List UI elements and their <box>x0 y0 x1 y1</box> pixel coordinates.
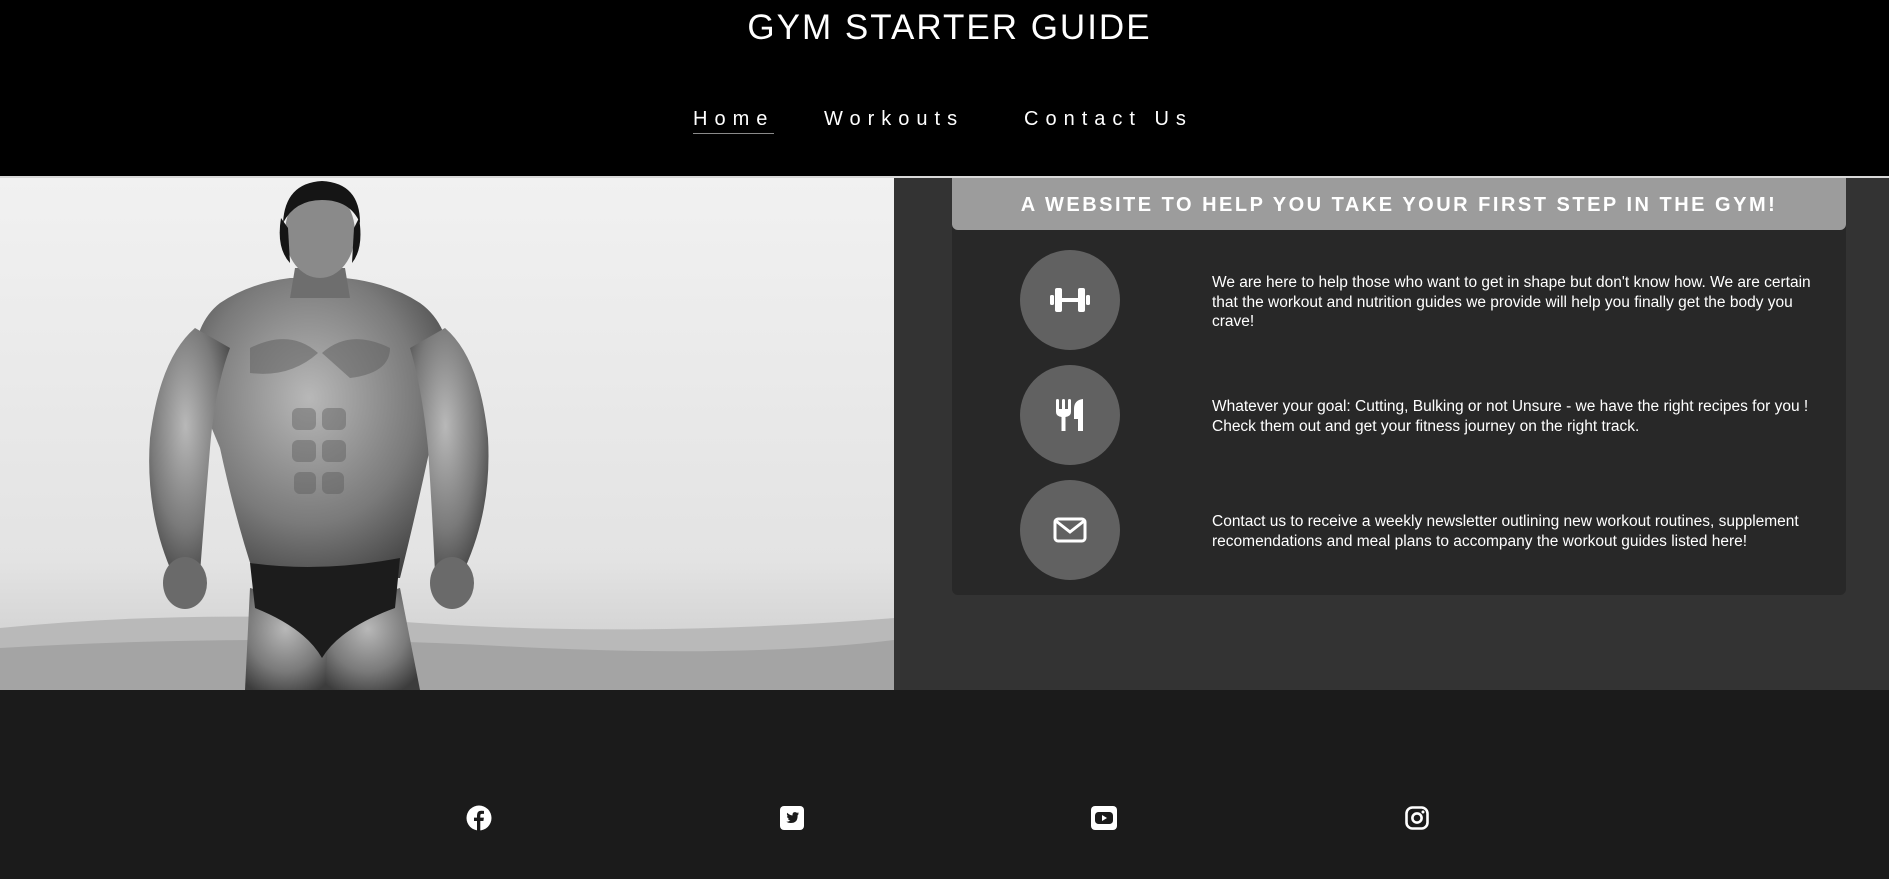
intro-panel: A WEBSITE TO HELP YOU TAKE YOUR FIRST ST… <box>894 178 1889 690</box>
youtube-icon[interactable] <box>1090 804 1118 832</box>
nav-workouts-link[interactable]: Workouts <box>824 108 964 133</box>
dumbbell-icon <box>1020 250 1120 350</box>
feature-text-recipes: Whatever your goal: Cutting, Bulking or … <box>1212 398 1809 435</box>
hero-image <box>0 178 894 690</box>
twitter-icon[interactable] <box>778 804 806 832</box>
feature-text-workouts: We are here to help those who want to ge… <box>1212 274 1811 330</box>
envelope-icon <box>1020 480 1120 580</box>
nav-home-link[interactable]: Home <box>693 108 775 134</box>
site-title: GYM STARTER GUIDE <box>747 8 1152 47</box>
bodybuilder-photo <box>0 178 894 690</box>
instagram-icon[interactable] <box>1403 804 1431 832</box>
intro-card: A WEBSITE TO HELP YOU TAKE YOUR FIRST ST… <box>952 178 1846 595</box>
nav-contact-link[interactable]: Contact Us <box>1024 108 1193 133</box>
site-footer <box>0 690 1889 879</box>
facebook-icon[interactable] <box>465 804 493 832</box>
feature-text-newsletter: Contact us to receive a weekly newslette… <box>1212 513 1799 550</box>
intro-heading: A WEBSITE TO HELP YOU TAKE YOUR FIRST ST… <box>952 178 1846 230</box>
utensils-icon <box>1020 365 1120 465</box>
site-header: GYM STARTER GUIDE Home Workouts Contact … <box>0 0 1889 176</box>
main-nav: Home Workouts Contact Us <box>0 108 1889 138</box>
